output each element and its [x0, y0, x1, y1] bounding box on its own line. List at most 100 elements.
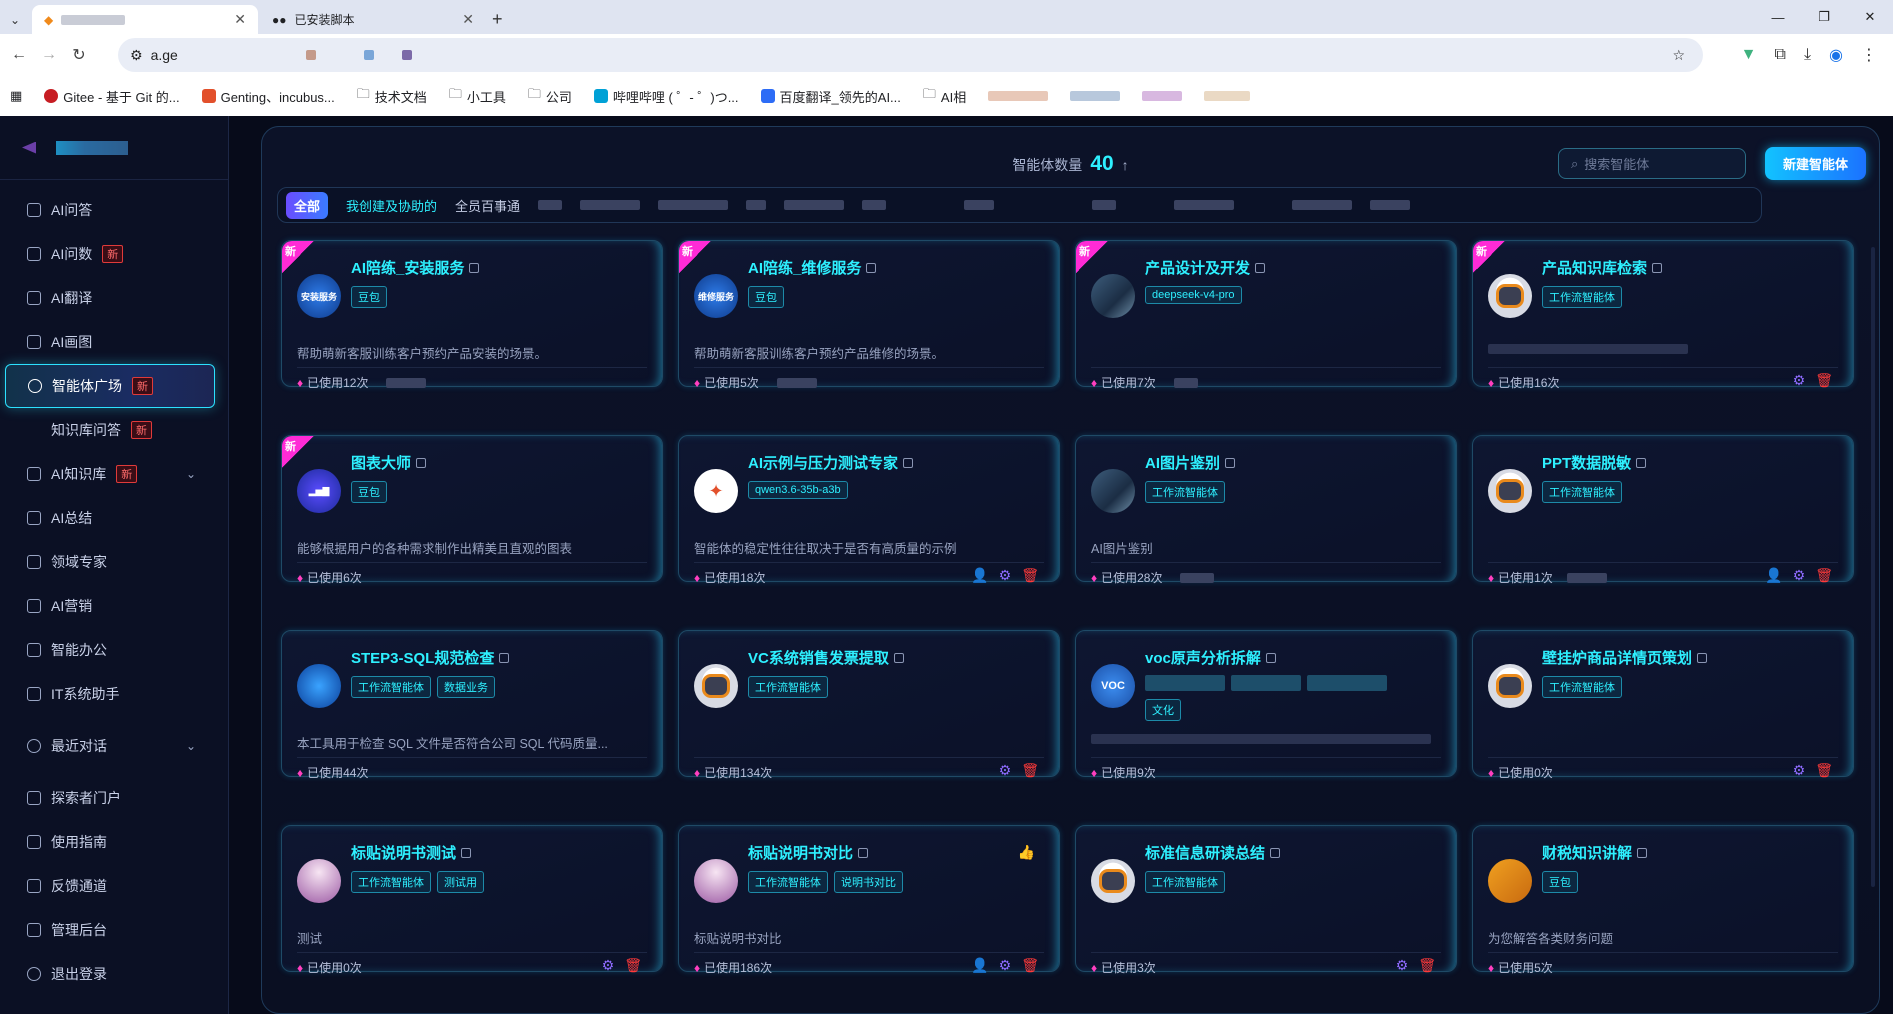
minimize-icon[interactable]: — — [1755, 0, 1801, 34]
more-menu-icon[interactable]: ⋮ — [1861, 45, 1877, 65]
profile-icon[interactable]: ◉ — [1829, 45, 1843, 65]
agent-card[interactable]: 标贴说明书对比 👍 工作流智能体 说明书对比 标贴说明书对比 ♦ 已使用186次 👤… — [678, 825, 1060, 975]
gear-icon[interactable]: ⚙ — [1793, 372, 1806, 389]
download-icon[interactable]: ⤓ — [1804, 46, 1811, 64]
omnibox[interactable]: ⚙ a.ge ☆ — [118, 38, 1703, 72]
sidebar-item-logout[interactable]: 退出登录 — [0, 952, 228, 996]
close-tab-icon[interactable]: ✕ — [462, 11, 474, 28]
agent-card[interactable]: PPT数据脱敏 工作流智能体 ♦ 已使用1次 👤 ⚙ 🗑 — [1472, 435, 1854, 585]
bookmark-folder-tools[interactable]: 🗀 小工具 — [449, 85, 506, 107]
new-agent-button[interactable]: 新建智能体 — [1765, 147, 1866, 180]
trash-icon[interactable]: 🗑 — [1815, 567, 1833, 584]
bookmark-star-icon[interactable]: ☆ — [1672, 47, 1685, 64]
sidebar-item-marketing[interactable]: AI营销 — [0, 584, 228, 628]
gear-icon[interactable]: ⚙ — [999, 957, 1012, 974]
trash-icon[interactable]: 🗑 — [624, 957, 642, 974]
filter-tab-mine[interactable]: 我创建及协助的 — [346, 196, 437, 215]
agent-card[interactable]: ✦ AI示例与压力测试专家 qwen3.6-35b-a3b 智能体的稳定性往往取… — [678, 435, 1060, 585]
bookmark-folder-company[interactable]: 🗀 公司 — [528, 85, 572, 107]
gear-icon[interactable]: ⚙ — [999, 762, 1012, 779]
scrollbar[interactable] — [1871, 247, 1875, 887]
sidebar-item-ai-qa[interactable]: AI问答 — [0, 188, 228, 232]
agent-title[interactable]: voc原声分析拆解 — [1145, 647, 1276, 668]
sidebar-item-ai-kb[interactable]: AI知识库新 ⌄ — [0, 452, 228, 496]
sidebar-item-explorer[interactable]: 探索者门户 — [0, 776, 228, 820]
agent-card[interactable]: 新 产品知识库检索 工作流智能体 ♦ 已使用16次 ⚙ 🗑 — [1472, 240, 1854, 390]
agent-title[interactable]: AI陪练_维修服务 — [748, 257, 877, 278]
agent-card[interactable]: VOC voc原声分析拆解 文化 ♦ 已使用9次 — [1075, 630, 1457, 780]
agent-card[interactable]: STEP3-SQL规范检查 工作流智能体 数据业务 本工具用于检查 SQL 文件是… — [281, 630, 663, 780]
extensions-icon[interactable]: ⧉ — [1775, 46, 1786, 64]
agent-card[interactable]: 新 产品设计及开发 deepseek-v4-pro ♦ 已使用7次 — [1075, 240, 1457, 390]
agent-card[interactable]: 壁挂炉商品详情页策划 工作流智能体 ♦ 已使用0次 ⚙ 🗑 — [1472, 630, 1854, 780]
filter-tab-everyone[interactable]: 全员百事通 — [455, 196, 520, 215]
sidebar-item-agent-square[interactable]: 智能体广场新 — [5, 364, 215, 408]
user-share-icon[interactable]: 👤 — [971, 957, 988, 974]
filter-tab-all[interactable]: 全部 — [286, 191, 329, 219]
gear-icon[interactable]: ⚙ — [1793, 567, 1806, 584]
agent-title[interactable]: 标贴说明书测试 — [351, 842, 472, 863]
chevron-down-icon[interactable]: ⌄ — [186, 467, 196, 481]
agent-card[interactable]: 标贴说明书测试 工作流智能体 测试用 测试 ♦ 已使用0次 ⚙ 🗑 — [281, 825, 663, 975]
agent-card[interactable]: 财税知识讲解 豆包 为您解答各类财务问题 ♦ 已使用5次 — [1472, 825, 1854, 975]
agent-card[interactable]: 新 ▂▅▇ 图表大师 豆包 能够根据用户的各种需求制作出精美且直观的图表 ♦ 已使… — [281, 435, 663, 585]
trash-icon[interactable]: 🗑 — [1021, 567, 1039, 584]
trash-icon[interactable]: 🗑 — [1021, 957, 1039, 974]
agent-title[interactable]: 壁挂炉商品详情页策划 — [1542, 647, 1708, 668]
agent-title[interactable]: PPT数据脱敏 — [1542, 452, 1647, 473]
agent-title[interactable]: 图表大师 — [351, 452, 427, 473]
sidebar-item-kb-qa[interactable]: 知识库问答新 — [0, 408, 228, 452]
bookmark-folder-ai[interactable]: 🗀 AI相 — [923, 85, 966, 107]
browser-tab-active[interactable]: ◆ ✕ — [32, 5, 258, 34]
sidebar-item-recent[interactable]: 最近对话 ⌄ — [0, 724, 228, 768]
sidebar-item-ai-data[interactable]: AI问数新 — [0, 232, 228, 276]
agent-card[interactable]: 新 维修服务 AI陪练_维修服务 豆包 帮助萌新客服训练客户预约产品维修的场景。… — [678, 240, 1060, 390]
trash-icon[interactable]: 🗑 — [1021, 762, 1039, 779]
thumbs-up-icon[interactable]: 👍 — [1018, 844, 1035, 861]
browser-tab-scripts[interactable]: ●● 已安装脚本 ✕ — [260, 5, 486, 34]
bookmark-folder-docs[interactable]: 🗀 技术文档 — [357, 85, 427, 107]
agent-title[interactable]: AI示例与压力测试专家 — [748, 452, 914, 473]
apps-icon[interactable]: ▦ — [10, 88, 22, 104]
search-input[interactable]: ⌕ 搜索智能体 — [1558, 148, 1746, 179]
sidebar-item-guide[interactable]: 使用指南 — [0, 820, 228, 864]
restore-icon[interactable]: ❐ — [1801, 0, 1847, 34]
trash-icon[interactable]: 🗑 — [1418, 957, 1436, 974]
sidebar-item-it-helper[interactable]: IT系统助手 — [0, 672, 228, 716]
sidebar-item-ai-draw[interactable]: AI画图 — [0, 320, 228, 364]
gear-icon[interactable]: ⚙ — [1396, 957, 1409, 974]
agent-card[interactable]: VC系统销售发票提取 工作流智能体 ♦ 已使用134次 ⚙ 🗑 — [678, 630, 1060, 780]
sidebar-item-ai-translate[interactable]: AI翻译 — [0, 276, 228, 320]
close-tab-icon[interactable]: ✕ — [234, 11, 246, 28]
gear-icon[interactable]: ⚙ — [999, 567, 1012, 584]
agent-title[interactable]: AI陪练_安装服务 — [351, 257, 480, 278]
sort-arrow-icon[interactable]: ↑ — [1122, 157, 1129, 173]
site-info-icon[interactable]: ⚙ — [130, 47, 143, 64]
tab-search-icon[interactable]: ⌄ — [0, 5, 30, 34]
agent-title[interactable]: 产品设计及开发 — [1145, 257, 1266, 278]
gear-icon[interactable]: ⚙ — [1793, 762, 1806, 779]
agent-card[interactable]: AI图片鉴别 工作流智能体 AI图片鉴别 ♦ 已使用28次 — [1075, 435, 1457, 585]
gear-icon[interactable]: ⚙ — [602, 957, 615, 974]
agent-title[interactable]: 标准信息研读总结 — [1145, 842, 1281, 863]
close-window-icon[interactable]: ✕ — [1847, 0, 1893, 34]
agent-title[interactable]: STEP3-SQL规范检查 — [351, 647, 510, 668]
trash-icon[interactable]: 🗑 — [1815, 372, 1833, 389]
new-tab-icon[interactable]: + — [492, 5, 503, 34]
bookmark-genting[interactable]: Genting、incubus... — [201, 87, 335, 106]
sidebar-item-ai-summary[interactable]: AI总结 — [0, 496, 228, 540]
forward-icon[interactable]: → — [34, 46, 64, 64]
user-share-icon[interactable]: 👤 — [971, 567, 988, 584]
agent-card[interactable]: 新 安装服务 AI陪练_安装服务 豆包 帮助萌新客服训练客户预约产品安装的场景。… — [281, 240, 663, 390]
reload-icon[interactable]: ↻ — [64, 45, 94, 65]
agent-title[interactable]: 产品知识库检索 — [1542, 257, 1663, 278]
agent-title[interactable]: AI图片鉴别 — [1145, 452, 1236, 473]
sidebar-item-feedback[interactable]: 反馈通道 — [0, 864, 228, 908]
agent-card[interactable]: 标准信息研读总结 工作流智能体 ♦ 已使用3次 ⚙ 🗑 — [1075, 825, 1457, 975]
chevron-down-icon[interactable]: ⌄ — [186, 739, 196, 753]
bookmark-bilibili[interactable]: 哔哩哔哩 ( ゜- ゜)つ... — [593, 87, 739, 106]
bookmark-gitee[interactable]: Gitee - 基于 Git 的... — [44, 87, 180, 106]
sidebar-item-admin[interactable]: 管理后台 — [0, 908, 228, 952]
sidebar-item-expert[interactable]: 领域专家 — [0, 540, 228, 584]
agent-title[interactable]: VC系统销售发票提取 — [748, 647, 904, 668]
